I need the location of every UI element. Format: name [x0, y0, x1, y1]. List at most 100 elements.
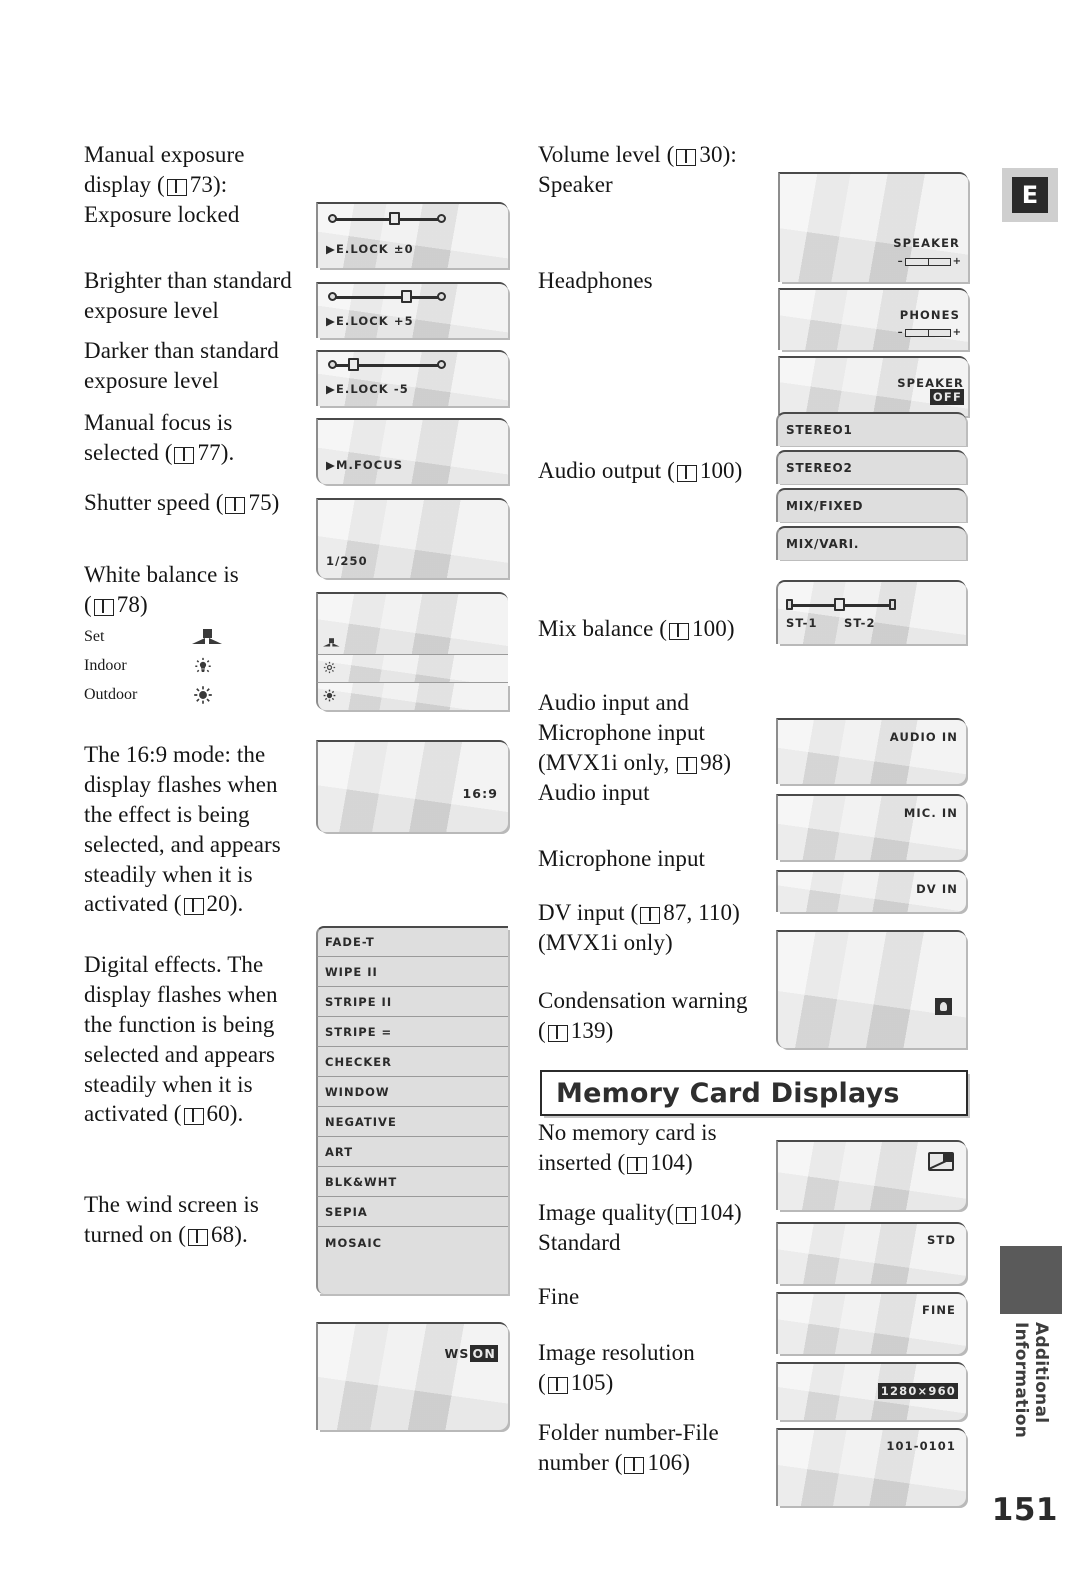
- caption-line: display flashes when: [84, 771, 278, 797]
- screen-dv-in: DV IN: [776, 870, 966, 912]
- wb-set-label: Set: [84, 627, 105, 645]
- screen-audio-output-options: STEREO1 STEREO2 MIX/FIXED MIX/VARI.: [776, 412, 966, 564]
- section-heading-memory-card: Memory Card Displays: [540, 1070, 968, 1116]
- right-column: Volume level (30): Speaker SPEAKER – + He…: [538, 140, 968, 1506]
- caption-line: Audio input and: [538, 690, 689, 715]
- caption-line: the function is being: [84, 1011, 275, 1037]
- page-ref: 68: [211, 1221, 235, 1247]
- caption: Microphone input: [538, 844, 788, 874]
- page-number: 151: [991, 1492, 1058, 1528]
- exposure-slider: [328, 290, 446, 304]
- caption-line: display flashes when: [84, 981, 278, 1007]
- caption: Manual exposure display (73): Exposure l…: [84, 142, 245, 227]
- osd-speaker-off: SPEAKER OFF: [897, 376, 964, 405]
- book-icon: [669, 623, 690, 640]
- screen-quality-standard: STD: [776, 1222, 966, 1284]
- caption: Volume level (30): Speaker: [538, 142, 737, 197]
- audio-output-option: MIX/VARI.: [776, 526, 966, 560]
- book-icon: [547, 1376, 568, 1394]
- caption-line: Image resolution: [538, 1340, 695, 1365]
- screen-exposure-plus5: ▶E.LOCK +5: [316, 282, 508, 338]
- caption: Brighter than standard exposure level: [84, 266, 316, 326]
- wb-indoor-label: Indoor: [84, 656, 127, 674]
- page-ref: 75: [248, 490, 272, 515]
- effect-label: ART: [325, 1144, 354, 1159]
- option-label: STEREO2: [786, 461, 853, 475]
- page-ref: 100: [692, 616, 727, 641]
- page-ref: 105: [570, 1369, 606, 1395]
- chapter-tab-marker: [1000, 1246, 1062, 1314]
- caption: Headphones: [538, 266, 778, 296]
- caption-line: exposure level: [84, 297, 219, 323]
- caption-line: Speaker: [538, 171, 613, 197]
- caption-line: exposure level: [84, 367, 219, 393]
- condensation-warning-icon: [935, 998, 952, 1015]
- exposure-slider: [328, 212, 446, 226]
- screen-image-resolution: 1280×960: [776, 1362, 966, 1420]
- page-ref: 106: [647, 1449, 683, 1475]
- screen-folder-file-number: 101-0101: [776, 1428, 966, 1506]
- caption: Shutter speed (75): [84, 490, 280, 515]
- caption-line: Headphones: [538, 268, 653, 293]
- wb-outdoor-sun-icon: [322, 688, 337, 708]
- book-icon: [183, 1108, 204, 1126]
- caption-line: (MVX1i only): [538, 929, 673, 955]
- effect-row: ART: [316, 1136, 508, 1166]
- osd-resolution: 1280×960: [877, 1383, 958, 1399]
- book-icon: [225, 497, 246, 514]
- caption: Darker than standard exposure level: [84, 336, 316, 396]
- screen-exposure-minus5: ▶E.LOCK -5: [316, 350, 508, 406]
- book-icon: [174, 446, 195, 464]
- book-icon: [166, 178, 187, 196]
- osd-aspect-ratio: 16:9: [462, 786, 498, 801]
- effect-label: WIPE II: [325, 964, 378, 979]
- mix-balance-slider: [786, 598, 896, 612]
- exposure-slider: [328, 358, 446, 372]
- option-label: STEREO1: [786, 423, 853, 437]
- caption: Image quality(104) Standard: [538, 1200, 742, 1255]
- screen-wb-indoor: [316, 654, 508, 682]
- audio-output-option: MIX/FIXED: [776, 488, 966, 522]
- manual-page: Manual exposure display (73): Exposure l…: [0, 0, 1080, 1572]
- screen-mix-balance: ST-1 ST-2: [776, 580, 966, 644]
- page-ref: 30: [699, 142, 723, 167]
- caption-line: The wind screen is: [84, 1192, 259, 1217]
- caption-line: Microphone input: [538, 846, 706, 871]
- effect-label: NEGATIVE: [325, 1114, 397, 1129]
- osd-badge: ON: [469, 1345, 498, 1362]
- caption-line: Fine: [538, 1284, 580, 1309]
- option-label: MIX/VARI.: [786, 537, 860, 551]
- caption: The wind screen is turned on (68).: [84, 1192, 259, 1247]
- caption: Digital effects. The display flashes whe…: [84, 952, 278, 1127]
- wb-outdoor-sun-icon: [192, 684, 214, 706]
- screen-wb-outdoor: [316, 682, 508, 710]
- osd-dv-in: DV IN: [916, 882, 958, 896]
- language-tab-letter: E: [1012, 177, 1048, 213]
- caption-line: No memory card is: [538, 1120, 717, 1145]
- osd-windscreen: WS ON: [444, 1345, 498, 1362]
- page-ref: 78: [116, 591, 140, 617]
- osd-phones-label: PHONES: [899, 308, 960, 322]
- caption-line: selected and appears: [84, 1041, 276, 1067]
- osd-badge: OFF: [929, 389, 964, 405]
- page-ref: 100: [699, 458, 735, 483]
- caption: Audio output (100): [538, 458, 743, 483]
- caption-line: Microphone input: [538, 719, 706, 745]
- caption: No memory card is inserted (104): [538, 1120, 717, 1175]
- caption: Condensation warning (139): [538, 988, 748, 1043]
- book-icon: [547, 1024, 568, 1042]
- audio-output-option: STEREO2: [776, 450, 966, 484]
- screen-speaker-off: SPEAKER OFF: [778, 356, 968, 416]
- screen-headphones-volume: PHONES – +: [778, 288, 968, 350]
- effect-label: STRIPE II: [325, 994, 393, 1009]
- osd-audio-in: AUDIO IN: [889, 730, 958, 744]
- wb-outdoor-label: Outdoor: [84, 685, 138, 703]
- phones-volume-bar: – +: [897, 327, 961, 338]
- caption-line: Digital effects. The: [84, 952, 264, 977]
- effect-row: WINDOW: [316, 1076, 508, 1106]
- book-icon: [676, 465, 697, 482]
- caption-line: Manual exposure: [84, 142, 245, 167]
- wb-set-icon: [323, 638, 340, 647]
- osd-st1-label: ST-1: [786, 616, 818, 630]
- osd-mic-in: MIC. IN: [903, 806, 958, 820]
